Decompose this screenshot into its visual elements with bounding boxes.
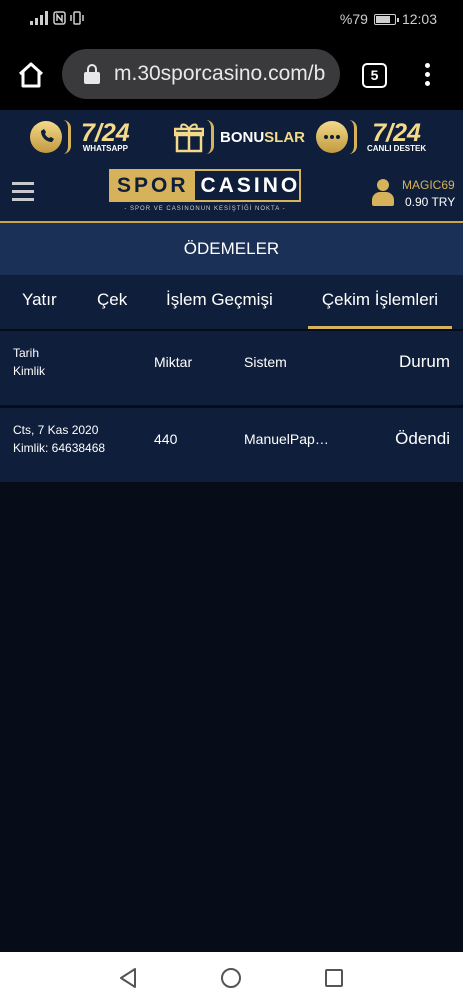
chat-icon bbox=[316, 121, 348, 153]
row-date: Cts, 7 Kas 2020 bbox=[13, 423, 99, 437]
balance: 0.90 TRY bbox=[405, 195, 456, 209]
header-sistem: Sistem bbox=[244, 354, 287, 370]
site-header: SPOR CASINO - SPOR VE CASINONUN KESİŞTİĞ… bbox=[0, 164, 463, 223]
row-id: Kimlik: 64638468 bbox=[13, 441, 106, 455]
bonus-bracket bbox=[206, 120, 214, 154]
username[interactable]: MAGIC69 bbox=[402, 178, 455, 192]
url-text: m.30sporcasino.com/b bbox=[114, 62, 326, 85]
status-icons bbox=[30, 11, 85, 25]
row-status: Ödendi bbox=[395, 429, 450, 448]
support-label: CANLI DESTEK bbox=[367, 143, 427, 153]
bonus-label-suffix: SLAR bbox=[264, 128, 306, 146]
logo-casino: CASINO bbox=[200, 174, 301, 197]
hamburger-menu-icon[interactable] bbox=[12, 182, 34, 202]
back-icon[interactable] bbox=[118, 967, 138, 989]
whatsapp-icon bbox=[30, 121, 62, 153]
whatsapp-247: 7/24 bbox=[81, 118, 130, 147]
tab-cekim-islemleri[interactable]: Çekim İşlemleri bbox=[308, 275, 452, 329]
address-bar[interactable]: m.30sporcasino.com/b bbox=[62, 49, 340, 99]
tab-bar: Yatır Çek İşlem Geçmişi Çekim İşlemleri bbox=[0, 275, 463, 329]
tab-switcher-button[interactable]: 5 bbox=[362, 63, 387, 88]
whatsapp-text: 7/24 WHATSAPP bbox=[81, 118, 130, 153]
signal-icon bbox=[30, 11, 48, 25]
support-247: 7/24 bbox=[372, 118, 421, 147]
gift-icon bbox=[174, 123, 204, 153]
row-amount: 440 bbox=[154, 431, 178, 447]
bonus-label: BONUSLAR bbox=[220, 129, 305, 146]
tab-yatir[interactable]: Yatır bbox=[22, 275, 57, 329]
tab-cek[interactable]: Çek bbox=[97, 275, 127, 329]
lock-icon bbox=[84, 64, 100, 84]
logo-tagline: - SPOR VE CASINONUN KESİŞTİĞİ NOKTA - bbox=[124, 206, 286, 212]
bonus-label-prefix: BONU bbox=[220, 128, 265, 146]
vibrate-icon bbox=[70, 11, 84, 25]
home-icon[interactable] bbox=[16, 60, 46, 90]
table-row[interactable]: Cts, 7 Kas 2020 Kimlik: 64638468 440 Man… bbox=[0, 408, 463, 482]
header-kimlik: Kimlik bbox=[13, 364, 45, 378]
header-tarih: Tarih bbox=[13, 346, 40, 360]
user-avatar-icon[interactable] bbox=[372, 179, 394, 207]
browser-toolbar: m.30sporcasino.com/b 5 bbox=[0, 38, 463, 110]
battery-fill bbox=[375, 15, 391, 23]
tab-islem-gecmisi[interactable]: İşlem Geçmişi bbox=[166, 275, 273, 329]
site-logo[interactable]: SPOR CASINO bbox=[109, 169, 301, 202]
home-nav-icon[interactable] bbox=[221, 968, 241, 988]
whatsapp-label: WHATSAPP bbox=[82, 143, 128, 153]
page: %79 12:03 m.30sporcasino.com/b 5 7/24 WH… bbox=[0, 0, 463, 1004]
clock: 12:03 bbox=[401, 11, 437, 27]
support-text: 7/24 CANLI DESTEK bbox=[367, 118, 427, 153]
promo-bar: 7/24 WHATSAPP BONUSLAR 7/24 CANLI DESTEK bbox=[0, 110, 463, 164]
live-support-link[interactable]: 7/24 CANLI DESTEK bbox=[316, 110, 426, 164]
support-bracket bbox=[349, 120, 357, 154]
status-right: %79 12:03 bbox=[340, 11, 437, 27]
battery-icon bbox=[373, 13, 399, 25]
header-miktar: Miktar bbox=[154, 354, 193, 370]
table-header: Tarih Kimlik Miktar Sistem Durum bbox=[0, 331, 463, 405]
row-system: ManuelPap… bbox=[244, 431, 329, 447]
logo-spor: SPOR bbox=[111, 171, 195, 200]
header-durum: Durum bbox=[398, 352, 450, 371]
page-title: ÖDEMELER bbox=[0, 223, 463, 275]
overflow-menu-icon[interactable] bbox=[418, 60, 436, 90]
whatsapp-link[interactable]: 7/24 WHATSAPP bbox=[30, 110, 130, 164]
recent-apps-icon[interactable] bbox=[325, 969, 343, 987]
system-nav-bar bbox=[0, 952, 463, 1004]
battery-percent: %79 bbox=[339, 11, 368, 27]
whatsapp-bracket bbox=[63, 120, 71, 154]
bonus-link[interactable]: BONUSLAR bbox=[174, 110, 305, 164]
status-bar: %79 12:03 bbox=[0, 0, 463, 38]
nfc-icon bbox=[53, 11, 66, 25]
